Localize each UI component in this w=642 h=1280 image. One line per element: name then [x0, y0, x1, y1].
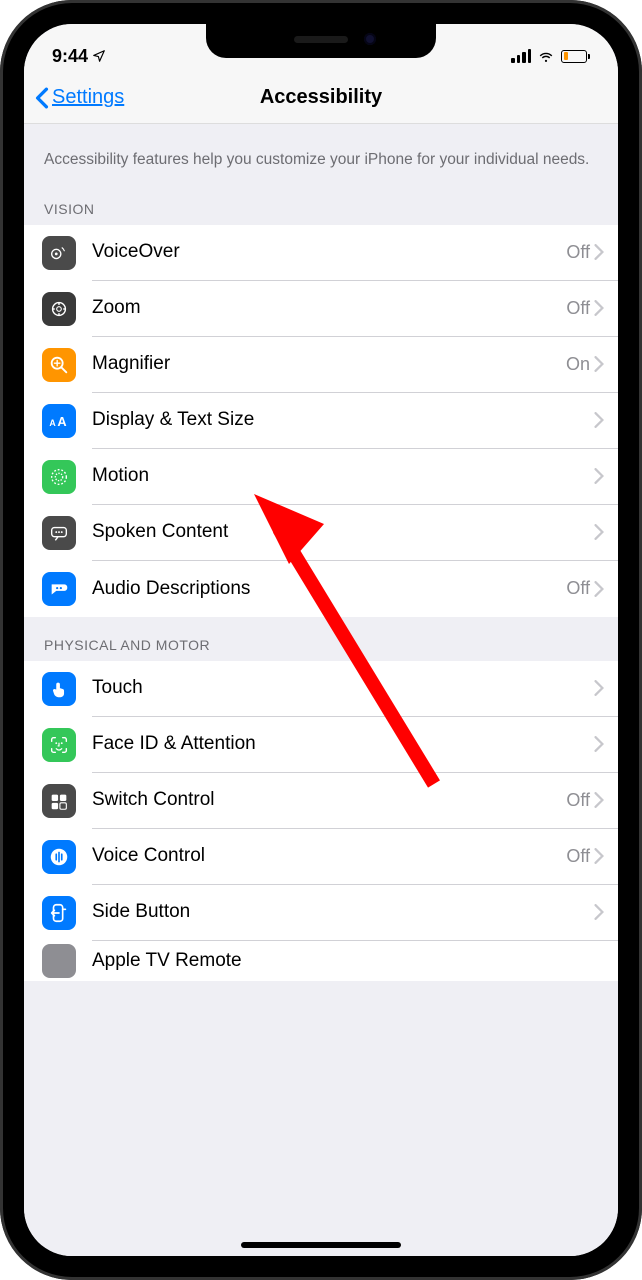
section-header-vision: VISION: [24, 181, 618, 225]
page-title: Accessibility: [260, 86, 382, 109]
voice-control-icon: [42, 840, 76, 874]
row-motion[interactable]: Motion: [24, 449, 618, 505]
row-label: Touch: [92, 677, 590, 699]
screen: 9:44 Settings: [24, 24, 618, 1256]
device-notch: [206, 24, 436, 58]
chevron-right-icon: [594, 848, 604, 864]
audio-descriptions-icon: [42, 572, 76, 606]
wifi-icon: [537, 49, 555, 63]
side-button-icon: [42, 896, 76, 930]
zoom-icon: [42, 292, 76, 326]
row-label: Voice Control: [92, 845, 566, 867]
motion-icon: [42, 460, 76, 494]
chevron-right-icon: [594, 244, 604, 260]
spoken-content-icon: [42, 516, 76, 550]
row-status: On: [566, 354, 590, 375]
row-label: Face ID & Attention: [92, 733, 590, 755]
row-voiceover[interactable]: VoiceOver Off: [24, 225, 618, 281]
chevron-right-icon: [594, 680, 604, 696]
location-icon: [92, 49, 106, 63]
row-spoken-content[interactable]: Spoken Content: [24, 505, 618, 561]
row-voice-control[interactable]: Voice Control Off: [24, 829, 618, 885]
section-header-physical: PHYSICAL AND MOTOR: [24, 617, 618, 661]
chevron-right-icon: [594, 300, 604, 316]
row-status: Off: [566, 298, 590, 319]
list-vision: VoiceOver Off Zoom Off: [24, 225, 618, 617]
row-label: Apple TV Remote: [92, 950, 604, 972]
row-label: Side Button: [92, 901, 590, 923]
voiceover-icon: [42, 236, 76, 270]
row-switch-control[interactable]: Switch Control Off: [24, 773, 618, 829]
chevron-right-icon: [594, 412, 604, 428]
svg-text:A: A: [57, 414, 66, 429]
row-label: Magnifier: [92, 353, 566, 375]
magnifier-icon: [42, 348, 76, 382]
chevron-right-icon: [594, 468, 604, 484]
row-display-text-size[interactable]: AA Display & Text Size: [24, 393, 618, 449]
row-label: VoiceOver: [92, 241, 566, 263]
row-label: Audio Descriptions: [92, 578, 566, 600]
row-apple-tv-remote-partial[interactable]: Apple TV Remote: [24, 941, 618, 981]
cellular-signal-icon: [511, 49, 531, 63]
row-label: Display & Text Size: [92, 409, 590, 431]
switch-control-icon: [42, 784, 76, 818]
text-size-icon: AA: [42, 404, 76, 438]
intro-text: Accessibility features help you customiz…: [24, 124, 618, 181]
row-touch[interactable]: Touch: [24, 661, 618, 717]
settings-content[interactable]: Accessibility features help you customiz…: [24, 124, 618, 1256]
row-audio-descriptions[interactable]: Audio Descriptions Off: [24, 561, 618, 617]
row-label: Switch Control: [92, 789, 566, 811]
row-face-id-attention[interactable]: Face ID & Attention: [24, 717, 618, 773]
svg-text:A: A: [49, 418, 56, 428]
row-label: Motion: [92, 465, 590, 487]
nav-header: Settings Accessibility: [24, 72, 618, 124]
chevron-right-icon: [594, 904, 604, 920]
row-label: Spoken Content: [92, 521, 590, 543]
status-time: 9:44: [52, 46, 88, 67]
row-label: Zoom: [92, 297, 566, 319]
apple-tv-remote-icon: [42, 944, 76, 978]
row-magnifier[interactable]: Magnifier On: [24, 337, 618, 393]
row-status: Off: [566, 846, 590, 867]
row-status: Off: [566, 578, 590, 599]
face-id-icon: [42, 728, 76, 762]
home-indicator[interactable]: [241, 1242, 401, 1248]
row-side-button[interactable]: Side Button: [24, 885, 618, 941]
list-physical: Touch Face ID & Attention: [24, 661, 618, 981]
chevron-right-icon: [594, 736, 604, 752]
chevron-right-icon: [594, 581, 604, 597]
row-zoom[interactable]: Zoom Off: [24, 281, 618, 337]
chevron-right-icon: [594, 356, 604, 372]
chevron-right-icon: [594, 524, 604, 540]
back-label: Settings: [52, 86, 124, 109]
chevron-left-icon: [34, 87, 50, 109]
back-button[interactable]: Settings: [34, 86, 124, 109]
chevron-right-icon: [594, 792, 604, 808]
row-status: Off: [566, 790, 590, 811]
battery-icon: [561, 50, 590, 63]
touch-icon: [42, 672, 76, 706]
row-status: Off: [566, 242, 590, 263]
